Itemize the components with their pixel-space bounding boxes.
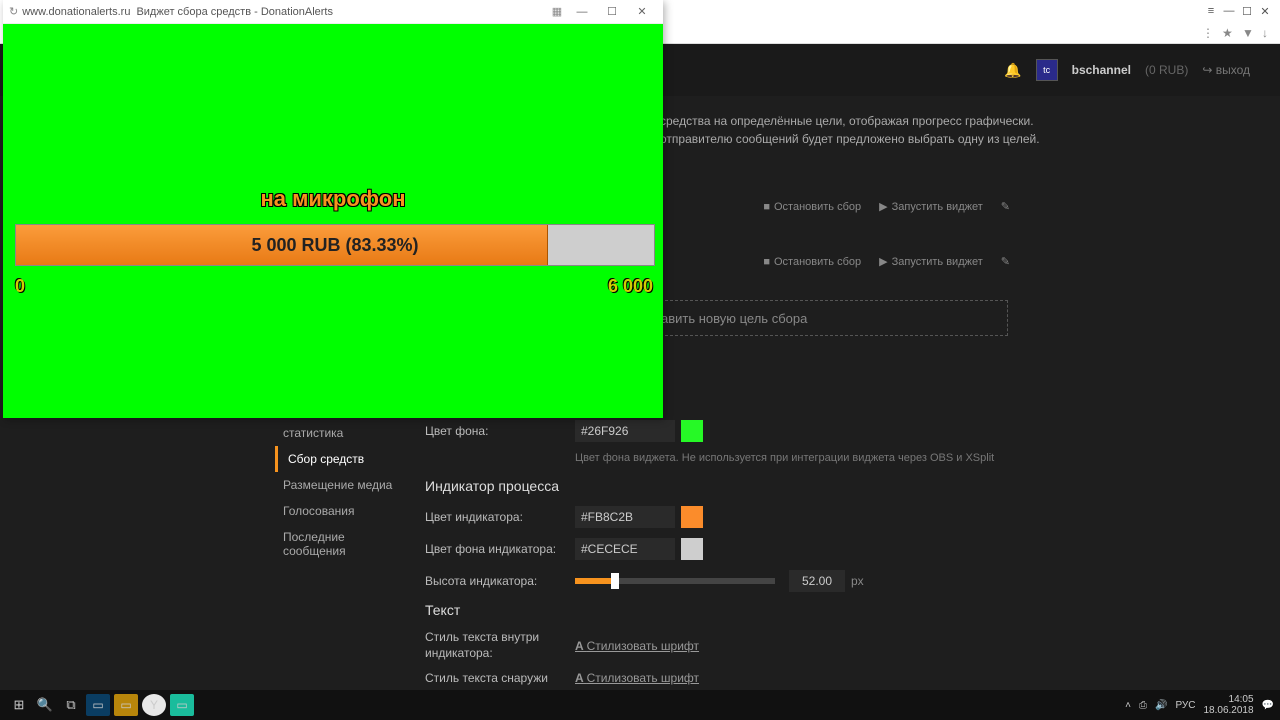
bell-icon[interactable]: 🔔: [1004, 62, 1021, 79]
tray-chevron-icon[interactable]: ˄: [1125, 700, 1131, 711]
style-font-button[interactable]: Стилизовать шрифт: [575, 671, 699, 685]
ind-bg-swatch[interactable]: [681, 538, 703, 560]
taskview-icon[interactable]: ⧉: [58, 694, 84, 716]
widget-popup-window: ↻ www.donationalerts.ru Виджет сбора сре…: [3, 0, 663, 418]
edit-icon[interactable]: ✎: [1001, 200, 1010, 213]
sidebar-item-voting[interactable]: Голосования: [275, 498, 415, 524]
sidebar-item-collection[interactable]: Сбор средств: [275, 446, 415, 472]
inner-style-label: Стиль текста внутри индикатора:: [425, 630, 575, 661]
desc-line-1: средства на определённые цели, отображая…: [660, 112, 1040, 130]
progress-min: 0: [15, 276, 25, 297]
download-icon[interactable]: ↓: [1262, 26, 1276, 40]
username: bschannel: [1072, 63, 1131, 77]
bgcolor-swatch[interactable]: [681, 420, 703, 442]
ind-bg-label: Цвет фона индикатора:: [425, 542, 575, 556]
popup-title: Виджет сбора средств - DonationAlerts: [136, 6, 547, 18]
popup-titlebar[interactable]: ↻ www.donationalerts.ru Виджет сбора сре…: [3, 0, 663, 24]
extension-icon[interactable]: ⋮: [1202, 26, 1216, 40]
progress-max: 6 000: [608, 276, 653, 297]
ind-color-input[interactable]: [575, 506, 675, 528]
desc-line-2: отправителю сообщений будет предложено в…: [660, 130, 1040, 148]
popup-url: www.donationalerts.ru: [22, 6, 130, 18]
tray-volume-icon[interactable]: 🔊: [1155, 700, 1167, 711]
popup-maximize-icon[interactable]: ☐: [597, 2, 627, 22]
goal-row-2: ■ Остановить сбор ▶ Запустить виджет ✎: [763, 255, 1010, 268]
search-icon[interactable]: 🔍: [32, 694, 58, 716]
tray-icon[interactable]: ⎙: [1139, 700, 1147, 711]
taskbar[interactable]: ⊞ 🔍 ⧉ ▭ ▭ Y ▭ ˄ ⎙ 🔊 РУС 14:05 18.06.2018…: [0, 690, 1280, 720]
edit-icon[interactable]: ✎: [1001, 255, 1010, 268]
goal-row-1: ■ Остановить сбор ▶ Запустить виджет ✎: [763, 200, 1010, 213]
popup-settings-icon[interactable]: ▦: [547, 5, 567, 18]
popup-close-icon[interactable]: ✕: [627, 2, 657, 22]
settings-sidebar: статистика Сбор средств Размещение медиа…: [275, 420, 415, 564]
balance: (0 RUB): [1145, 63, 1188, 77]
height-slider[interactable]: [575, 578, 775, 584]
window-controls: ≡ — ☐ ✕: [1202, 4, 1274, 18]
maximize-icon[interactable]: ☐: [1238, 4, 1256, 18]
clock-time: 14:05: [1203, 694, 1253, 705]
stop-collection-button[interactable]: ■ Остановить сбор: [763, 256, 861, 268]
minimize-icon[interactable]: —: [1220, 4, 1238, 18]
widget-preview: на микрофон 5 000 RUB (83.33%) 0 6 000: [3, 24, 663, 418]
taskbar-app[interactable]: ▭: [114, 694, 138, 716]
tray-lang[interactable]: РУС: [1175, 700, 1195, 711]
settings-panel: Цвет фона: Цвет фона виджета. Не использ…: [425, 420, 1025, 695]
text-heading: Текст: [425, 602, 1025, 618]
taskbar-app[interactable]: ▭: [170, 694, 194, 716]
system-tray[interactable]: ˄ ⎙ 🔊 РУС 14:05 18.06.2018 💬: [1125, 694, 1274, 716]
clock-date: 18.06.2018: [1203, 705, 1253, 716]
notification-icon[interactable]: 💬: [1262, 700, 1274, 711]
bookmark-icon[interactable]: ★: [1222, 26, 1236, 40]
adblock-icon[interactable]: ▼: [1242, 26, 1256, 40]
add-goal-label: авить новую цель сбора: [661, 311, 807, 326]
stop-collection-button[interactable]: ■ Остановить сбор: [763, 201, 861, 213]
outer-style-label: Стиль текста снаружи: [425, 671, 575, 685]
style-font-button[interactable]: Стилизовать шрифт: [575, 639, 699, 653]
height-input[interactable]: [789, 570, 845, 592]
ind-color-swatch[interactable]: [681, 506, 703, 528]
launch-widget-button[interactable]: ▶ Запустить виджет: [879, 200, 983, 213]
height-label: Высота индикатора:: [425, 574, 575, 588]
taskbar-app[interactable]: ▭: [86, 694, 110, 716]
sidebar-item-stats[interactable]: статистика: [275, 420, 415, 446]
close-icon[interactable]: ✕: [1256, 4, 1274, 18]
avatar[interactable]: tc: [1036, 59, 1058, 81]
taskbar-app-yandex[interactable]: Y: [142, 694, 166, 716]
clock[interactable]: 14:05 18.06.2018: [1203, 694, 1253, 716]
logout-button[interactable]: ↪ выход: [1202, 63, 1250, 77]
menu-icon[interactable]: ≡: [1202, 4, 1220, 18]
indicator-heading: Индикатор процесса: [425, 478, 1025, 494]
ind-bg-input[interactable]: [575, 538, 675, 560]
launch-widget-button[interactable]: ▶ Запустить виджет: [879, 255, 983, 268]
start-icon[interactable]: ⊞: [6, 694, 32, 716]
progress-text: 5 000 RUB (83.33%): [16, 225, 654, 265]
browser-extensions: ⋮ ★ ▼ ↓: [1202, 26, 1276, 40]
bgcolor-label: Цвет фона:: [425, 424, 575, 438]
reload-icon[interactable]: ↻: [9, 5, 18, 18]
ind-color-label: Цвет индикатора:: [425, 510, 575, 524]
goal-title: на микрофон: [3, 186, 663, 212]
bgcolor-hint: Цвет фона виджета. Не используется при и…: [575, 452, 1025, 464]
progress-bar: 5 000 RUB (83.33%): [15, 224, 655, 266]
sidebar-item-media[interactable]: Размещение медиа: [275, 472, 415, 498]
px-label: px: [851, 574, 864, 588]
sidebar-item-messages[interactable]: Последние сообщения: [275, 524, 415, 564]
popup-minimize-icon[interactable]: —: [567, 2, 597, 22]
description-text: средства на определённые цели, отображая…: [660, 112, 1040, 148]
bgcolor-input[interactable]: [575, 420, 675, 442]
